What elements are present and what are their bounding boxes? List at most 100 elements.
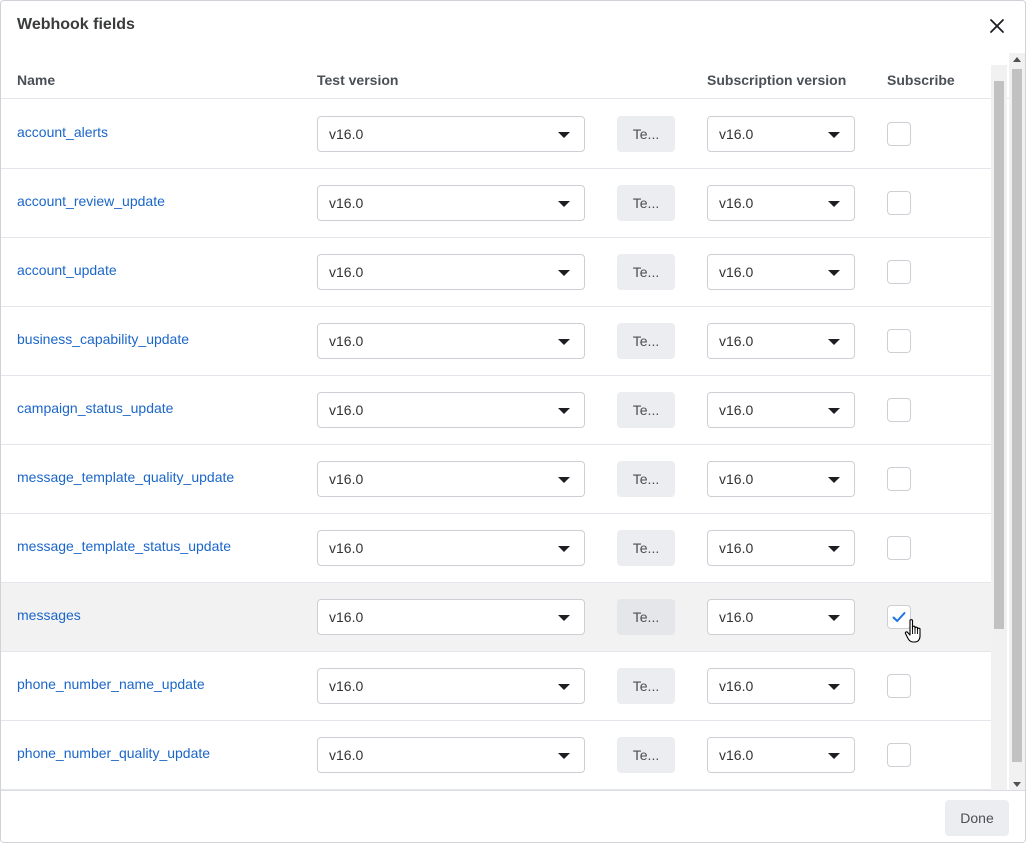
webhook-field-link[interactable]: account_review_update xyxy=(17,193,165,209)
test-version-select[interactable]: v16.0 xyxy=(317,254,585,290)
dialog-footer: Done xyxy=(1,790,1025,842)
subscription-version-value: v16.0 xyxy=(719,264,754,280)
table-row: business_capability_update v16.0 Te... v16.… xyxy=(1,307,991,376)
test-version-value: v16.0 xyxy=(329,471,364,487)
caret-down-icon xyxy=(558,201,570,207)
subscription-version-value: v16.0 xyxy=(719,471,754,487)
table-row: phone_number_name_update v16.0 Te... v16.0 xyxy=(1,652,991,721)
test-version-select[interactable]: v16.0 xyxy=(317,737,585,773)
webhook-field-link[interactable]: phone_number_name_update xyxy=(17,676,205,692)
webhook-field-link[interactable]: message_template_status_update xyxy=(17,538,231,554)
subscribe-checkbox[interactable] xyxy=(887,743,911,767)
subscription-version-value: v16.0 xyxy=(719,540,754,556)
test-version-select[interactable]: v16.0 xyxy=(317,599,585,635)
subscribe-checkbox[interactable] xyxy=(887,260,911,284)
subscription-version-select[interactable]: v16.0 xyxy=(707,668,855,704)
webhook-field-link[interactable]: account_alerts xyxy=(17,124,108,140)
caret-down-icon xyxy=(828,546,840,552)
column-header-name: Name xyxy=(17,72,56,88)
caret-down-icon xyxy=(558,270,570,276)
caret-down-icon xyxy=(828,684,840,690)
caret-down-icon xyxy=(828,615,840,621)
subscribe-checkbox[interactable] xyxy=(887,122,911,146)
test-button[interactable]: Te... xyxy=(617,116,675,152)
subscription-version-value: v16.0 xyxy=(719,747,754,763)
caret-down-icon xyxy=(558,477,570,483)
test-version-select[interactable]: v16.0 xyxy=(317,185,585,221)
subscription-version-select[interactable]: v16.0 xyxy=(707,599,855,635)
subscription-version-value: v16.0 xyxy=(719,333,754,349)
webhook-field-link[interactable]: phone_number_quality_update xyxy=(17,745,210,761)
webhook-field-list: account_alerts v16.0 Te... v16.0 account_rev… xyxy=(1,100,991,790)
test-version-value: v16.0 xyxy=(329,402,364,418)
test-version-select[interactable]: v16.0 xyxy=(317,668,585,704)
test-button[interactable]: Te... xyxy=(617,185,675,221)
subscription-version-select[interactable]: v16.0 xyxy=(707,737,855,773)
test-button[interactable]: Te... xyxy=(617,392,675,428)
subscription-version-value: v16.0 xyxy=(719,402,754,418)
test-version-select[interactable]: v16.0 xyxy=(317,392,585,428)
caret-down-icon xyxy=(828,408,840,414)
webhook-field-link[interactable]: business_capability_update xyxy=(17,331,189,347)
column-header-subscription-version: Subscription version xyxy=(707,72,847,88)
subscribe-checkbox[interactable] xyxy=(887,398,911,422)
webhook-field-link[interactable]: messages xyxy=(17,607,81,623)
test-button[interactable]: Te... xyxy=(617,599,675,635)
test-button[interactable]: Te... xyxy=(617,530,675,566)
caret-down-icon xyxy=(828,132,840,138)
subscription-version-select[interactable]: v16.0 xyxy=(707,530,855,566)
test-button[interactable]: Te... xyxy=(617,323,675,359)
done-button[interactable]: Done xyxy=(945,800,1009,836)
test-version-select[interactable]: v16.0 xyxy=(317,461,585,497)
caret-down-icon xyxy=(828,477,840,483)
caret-down-icon xyxy=(828,201,840,207)
subscription-version-select[interactable]: v16.0 xyxy=(707,461,855,497)
test-version-value: v16.0 xyxy=(329,609,364,625)
list-scrollbar[interactable] xyxy=(991,65,1007,791)
test-version-select[interactable]: v16.0 xyxy=(317,323,585,359)
table-row: phone_number_quality_update v16.0 Te... v16… xyxy=(1,721,991,790)
webhook-field-link[interactable]: account_update xyxy=(17,262,117,278)
caret-down-icon xyxy=(558,132,570,138)
subscription-version-select[interactable]: v16.0 xyxy=(707,116,855,152)
webhook-field-link[interactable]: message_template_quality_update xyxy=(17,469,234,485)
test-version-value: v16.0 xyxy=(329,264,364,280)
dialog-scrollbar-thumb[interactable] xyxy=(1012,69,1022,762)
test-button[interactable]: Te... xyxy=(617,668,675,704)
subscription-version-select[interactable]: v16.0 xyxy=(707,392,855,428)
table-row: account_update v16.0 Te... v16.0 xyxy=(1,238,991,307)
caret-down-icon xyxy=(558,684,570,690)
hand-pointer-icon xyxy=(904,619,921,643)
test-version-value: v16.0 xyxy=(329,126,364,142)
caret-down-icon xyxy=(828,753,840,759)
table-row: messages v16.0 Te... v16.0 xyxy=(1,583,991,652)
test-button[interactable]: Te... xyxy=(617,254,675,290)
subscribe-checkbox[interactable] xyxy=(887,329,911,353)
test-version-value: v16.0 xyxy=(329,333,364,349)
dialog-scrollbar[interactable] xyxy=(1009,53,1025,791)
subscribe-checkbox[interactable] xyxy=(887,674,911,698)
test-version-select[interactable]: v16.0 xyxy=(317,530,585,566)
subscribe-checkbox[interactable] xyxy=(887,536,911,560)
table-row: message_template_quality_update v16.0 Te..… xyxy=(1,445,991,514)
webhook-field-link[interactable]: campaign_status_update xyxy=(17,400,173,416)
test-version-value: v16.0 xyxy=(329,678,364,694)
scroll-up-arrow-icon[interactable] xyxy=(1013,57,1021,62)
test-version-select[interactable]: v16.0 xyxy=(317,116,585,152)
caret-down-icon xyxy=(558,339,570,345)
close-button[interactable] xyxy=(985,14,1009,38)
subscription-version-select[interactable]: v16.0 xyxy=(707,323,855,359)
subscribe-checkbox[interactable] xyxy=(887,467,911,491)
table-row: account_review_update v16.0 Te... v16.0 xyxy=(1,169,991,238)
subscription-version-select[interactable]: v16.0 xyxy=(707,254,855,290)
subscription-version-select[interactable]: v16.0 xyxy=(707,185,855,221)
test-version-value: v16.0 xyxy=(329,747,364,763)
test-button[interactable]: Te... xyxy=(617,461,675,497)
scroll-down-arrow-icon[interactable] xyxy=(1013,782,1021,787)
table-header: Name Test version Subscription version S… xyxy=(1,63,1025,99)
list-scrollbar-thumb[interactable] xyxy=(994,81,1004,629)
test-button[interactable]: Te... xyxy=(617,737,675,773)
subscription-version-value: v16.0 xyxy=(719,195,754,211)
subscribe-checkbox[interactable] xyxy=(887,191,911,215)
column-header-test-version: Test version xyxy=(317,72,399,88)
